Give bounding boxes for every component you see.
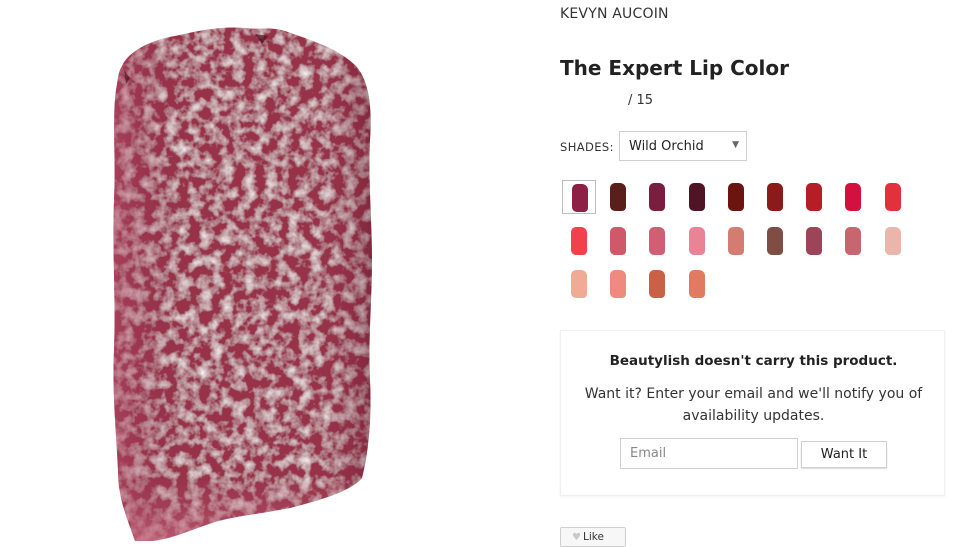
shade-swatch-chip: [767, 183, 783, 211]
product-title: The Expert Lip Color: [560, 56, 789, 80]
shade-swatch-chip: [728, 227, 744, 255]
shade-swatch[interactable]: [680, 267, 714, 301]
shade-select-value: Wild Orchid: [629, 139, 704, 154]
shade-swatch-chip: [649, 183, 665, 211]
shade-swatch-chip: [885, 183, 901, 211]
shade-swatch[interactable]: [758, 180, 792, 214]
shade-swatch[interactable]: [640, 267, 674, 301]
shade-swatch[interactable]: [562, 224, 596, 258]
want-it-button[interactable]: Want It: [801, 441, 887, 468]
heart-icon: ♥: [572, 532, 581, 543]
shade-swatch-chip: [806, 227, 822, 255]
shade-swatch-chip: [610, 227, 626, 255]
shade-swatch[interactable]: [758, 224, 792, 258]
lipstick-swatch-image: [113, 27, 372, 541]
like-button[interactable]: ♥ Like: [560, 527, 626, 547]
shade-swatch-chip: [689, 227, 705, 255]
email-input[interactable]: [620, 438, 798, 469]
rating-count: / 15: [628, 93, 654, 108]
shade-swatch-chip: [845, 227, 861, 255]
shade-swatch-chip: [649, 270, 665, 298]
shade-swatch[interactable]: [562, 180, 596, 214]
shade-swatch-chip: [610, 183, 626, 211]
shade-swatch-chip: [728, 183, 744, 211]
shade-select[interactable]: Wild Orchid ▼: [619, 131, 747, 161]
shade-swatch[interactable]: [876, 224, 910, 258]
shade-swatch[interactable]: [601, 267, 635, 301]
rating: / 15: [560, 92, 680, 110]
shade-swatch[interactable]: [601, 180, 635, 214]
shade-swatch[interactable]: [601, 224, 635, 258]
notify-description: Want it? Enter your email and we'll noti…: [584, 386, 923, 424]
shade-swatch[interactable]: [719, 224, 753, 258]
shade-swatch-chip: [767, 227, 783, 255]
brand-name[interactable]: KEVYN AUCOIN: [560, 6, 669, 22]
shade-swatch[interactable]: [797, 224, 831, 258]
shade-swatch-chip: [689, 183, 705, 211]
shade-swatch[interactable]: [797, 180, 831, 214]
notify-box: Beautylish doesn't carry this product. W…: [560, 330, 945, 496]
shade-swatch[interactable]: [640, 180, 674, 214]
shade-swatch[interactable]: [680, 224, 714, 258]
shade-swatch-grid: [562, 180, 922, 305]
shade-swatch-chip: [571, 227, 587, 255]
shade-swatch[interactable]: [836, 224, 870, 258]
shade-swatch-chip: [649, 227, 665, 255]
notify-title: Beautylish doesn't carry this product.: [609, 353, 898, 369]
shade-swatch-chip: [571, 270, 587, 298]
caret-down-icon: ▼: [732, 140, 739, 150]
shade-swatch[interactable]: [836, 180, 870, 214]
shade-swatch[interactable]: [719, 180, 753, 214]
shade-swatch[interactable]: [876, 180, 910, 214]
shade-swatch[interactable]: [640, 224, 674, 258]
like-label: Like: [582, 531, 604, 543]
shade-swatch-chip: [806, 183, 822, 211]
shade-swatch-chip: [689, 270, 705, 298]
shade-swatch-chip: [610, 270, 626, 298]
shade-swatch-chip: [572, 184, 588, 212]
shades-label: SHADES:: [560, 140, 614, 154]
shade-swatch-chip: [885, 227, 901, 255]
product-image: [0, 0, 490, 541]
shade-swatch[interactable]: [680, 180, 714, 214]
product-info-panel: KEVYN AUCOIN The Expert Lip Color / 15 S…: [560, 0, 950, 547]
shade-swatch[interactable]: [562, 267, 596, 301]
shade-swatch-chip: [845, 183, 861, 211]
